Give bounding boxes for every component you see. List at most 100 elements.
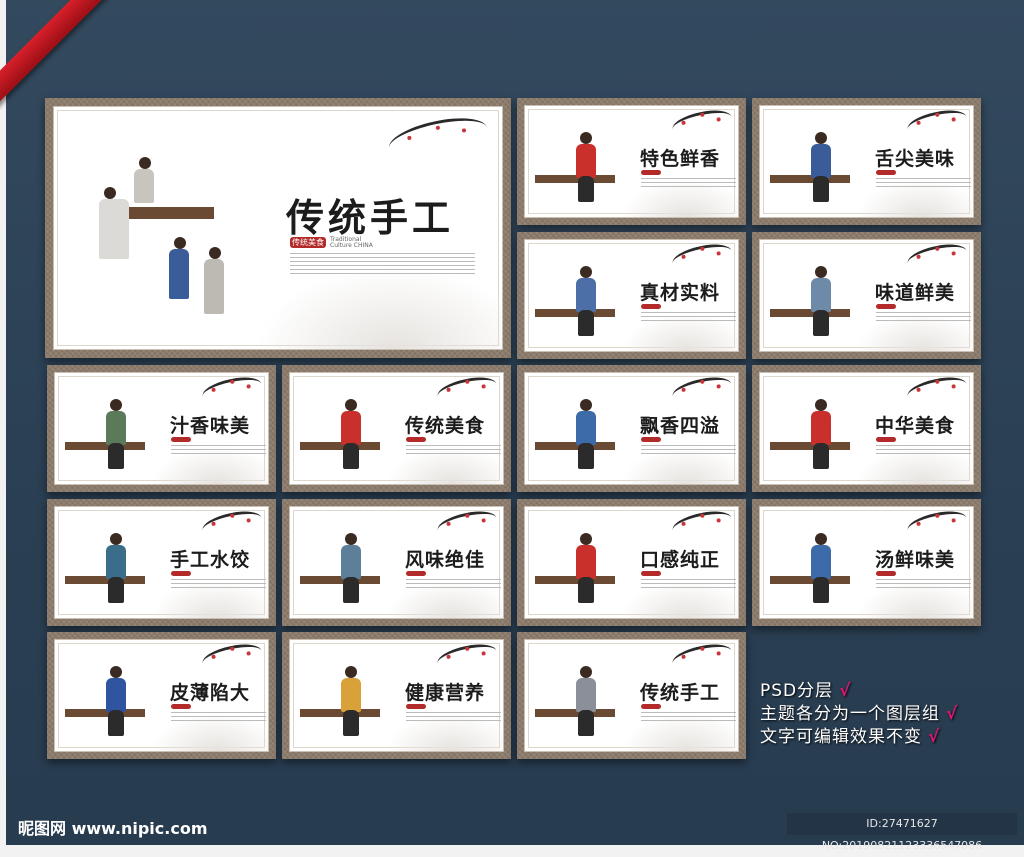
poster-panel: 皮薄陷大 — [47, 632, 276, 759]
poster-panel: 风味绝佳 — [282, 499, 511, 626]
body-text — [641, 579, 736, 589]
poster-panel: 飘香四溢 — [517, 365, 746, 492]
hero-title: 传统手工 — [286, 195, 455, 240]
body-text — [406, 712, 501, 722]
plum-branch-icon — [200, 640, 264, 674]
feature-item: PSD分层 √ — [760, 681, 852, 701]
panel-title: 传统手工 — [640, 682, 721, 704]
illustration — [65, 654, 165, 744]
red-seal — [406, 437, 426, 442]
panel-title: 真材实料 — [640, 282, 721, 304]
plum-branch-icon — [905, 373, 969, 407]
corner-ribbon — [0, 0, 110, 110]
hero-seal: 传统美食 — [290, 237, 326, 248]
plum-branch-icon — [670, 507, 734, 541]
body-text — [171, 579, 266, 589]
panel-title: 特色鲜香 — [640, 148, 721, 170]
illustration — [770, 254, 870, 344]
panel-title: 风味绝佳 — [405, 549, 486, 571]
poster-panel: 口感纯正 — [517, 499, 746, 626]
plum-branch-icon — [435, 507, 499, 541]
illustration — [535, 521, 635, 611]
illustration — [65, 387, 165, 477]
poster-panel: 手工水饺 — [47, 499, 276, 626]
body-text — [171, 445, 266, 455]
hero-body-text — [290, 253, 475, 275]
poster-panel: 传统手工 — [517, 632, 746, 759]
check-icon: √ — [839, 681, 852, 701]
poster-panel: 味道鲜美 — [752, 232, 981, 359]
plum-branch-icon — [670, 240, 734, 274]
body-text — [641, 445, 736, 455]
body-text — [641, 312, 736, 322]
red-seal — [641, 437, 661, 442]
poster-panel: 特色鲜香 — [517, 98, 746, 225]
plum-branch-icon — [200, 507, 264, 541]
body-text — [641, 712, 736, 722]
poster-panel: 汤鲜味美 — [752, 499, 981, 626]
illustration — [770, 521, 870, 611]
panel-title: 中华美食 — [875, 415, 956, 437]
body-text — [171, 712, 266, 722]
red-seal — [641, 170, 661, 175]
illustration — [535, 654, 635, 744]
poster-panel: 中华美食 — [752, 365, 981, 492]
hero-poster: 传统手工 传统美食 Traditional Culture CHINA — [45, 98, 511, 358]
feature-item: 主题各分为一个图层组 √ — [760, 704, 959, 724]
red-seal — [641, 304, 661, 309]
red-seal — [876, 304, 896, 309]
red-seal — [171, 437, 191, 442]
illustration — [535, 254, 635, 344]
check-icon: √ — [928, 727, 941, 747]
panel-title: 健康营养 — [405, 682, 486, 704]
poster-panel: 健康营养 — [282, 632, 511, 759]
red-seal — [171, 571, 191, 576]
red-seal — [641, 571, 661, 576]
poster-panel: 汁香味美 — [47, 365, 276, 492]
panel-title: 传统美食 — [405, 415, 486, 437]
hero-illustration — [94, 137, 264, 337]
plum-branch-icon — [905, 106, 969, 140]
illustration — [535, 120, 635, 210]
plum-branch-icon — [435, 640, 499, 674]
illustration — [300, 654, 400, 744]
panel-title: 飘香四溢 — [640, 415, 721, 437]
plum-branch-icon — [670, 373, 734, 407]
plum-branch-icon — [670, 106, 734, 140]
body-text — [876, 178, 971, 188]
illustration — [770, 387, 870, 477]
panel-title: 味道鲜美 — [875, 282, 956, 304]
panel-title: 汁香味美 — [170, 415, 251, 437]
image-id: ID:27471627 NO:20190821123336547086 — [787, 813, 1017, 852]
illustration — [770, 120, 870, 210]
body-text — [876, 445, 971, 455]
illustration — [300, 387, 400, 477]
panel-title: 舌尖美味 — [875, 148, 956, 170]
illustration — [300, 521, 400, 611]
poster-panel: 真材实料 — [517, 232, 746, 359]
plum-branch-icon — [905, 507, 969, 541]
panel-title: 皮薄陷大 — [170, 682, 251, 704]
feature-list: PSD分层 √ 主题各分为一个图层组 √ 文字可编辑效果不变 √ — [760, 680, 958, 749]
body-text — [406, 445, 501, 455]
plum-branch-icon — [200, 373, 264, 407]
plum-branch-icon — [670, 640, 734, 674]
illustration — [65, 521, 165, 611]
body-text — [406, 579, 501, 589]
body-text — [876, 579, 971, 589]
body-text — [876, 312, 971, 322]
red-seal — [406, 704, 426, 709]
panel-title: 汤鲜味美 — [875, 549, 956, 571]
red-seal — [641, 704, 661, 709]
illustration — [535, 387, 635, 477]
red-seal — [876, 571, 896, 576]
hero-subtitle: Traditional Culture CHINA — [330, 236, 373, 249]
check-icon: √ — [946, 704, 959, 724]
body-text — [641, 178, 736, 188]
poster-panel: 舌尖美味 — [752, 98, 981, 225]
plum-branch-icon — [905, 240, 969, 274]
plum-branch-icon — [435, 373, 499, 407]
red-seal — [876, 170, 896, 175]
site-logo: 昵图网 www.nipic.com — [18, 819, 208, 838]
feature-item: 文字可编辑效果不变 √ — [760, 727, 941, 747]
